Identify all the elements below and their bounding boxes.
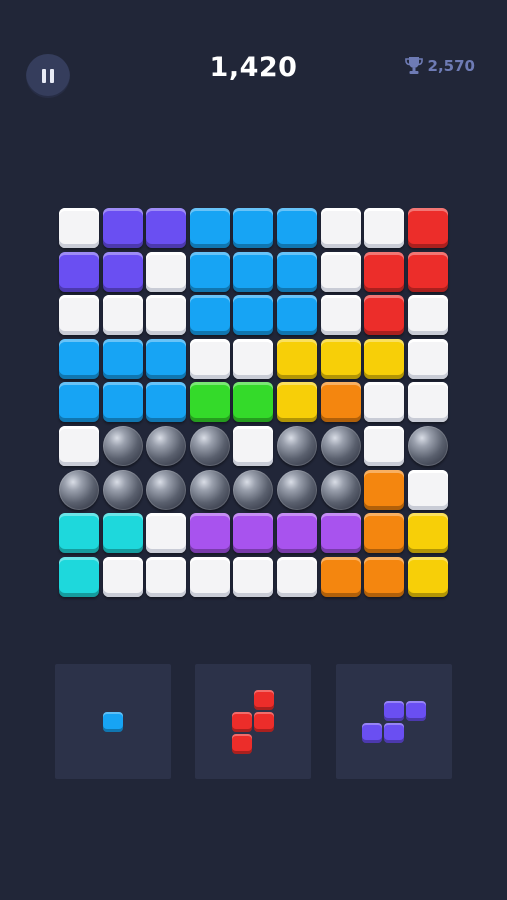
block-white-r2-c7 bbox=[321, 252, 361, 292]
block-blue-r5-c2 bbox=[103, 382, 143, 422]
block-white-r9-c2 bbox=[103, 557, 143, 597]
block-yellow-r4-c6 bbox=[277, 339, 317, 379]
block-purple-r1-c3 bbox=[146, 208, 186, 248]
block-white-r9-c3 bbox=[146, 557, 186, 597]
block-green-r5-c4 bbox=[190, 382, 230, 422]
block-purple-r1-c2 bbox=[103, 208, 143, 248]
block-green-r5-c5 bbox=[233, 382, 273, 422]
block-red-r2-c9 bbox=[408, 252, 448, 292]
piece-s-red-cell-3[interactable] bbox=[254, 712, 274, 732]
block-white-r4-c5 bbox=[233, 339, 273, 379]
piece-s-purple-cell-1[interactable] bbox=[384, 701, 404, 721]
bubble-block-r6-c7 bbox=[321, 426, 361, 466]
block-orange-r8-c8 bbox=[364, 513, 404, 553]
block-white-r1-c8 bbox=[364, 208, 404, 248]
block-violet-r8-c7 bbox=[321, 513, 361, 553]
block-violet-r8-c5 bbox=[233, 513, 273, 553]
block-red-r3-c8 bbox=[364, 295, 404, 335]
piece-s-red-cell-1[interactable] bbox=[254, 690, 274, 710]
block-blue-r5-c3 bbox=[146, 382, 186, 422]
block-purple-r2-c1 bbox=[59, 252, 99, 292]
piece-s-purple-cell-4[interactable] bbox=[384, 723, 404, 743]
bubble-block-r7-c7 bbox=[321, 470, 361, 510]
block-blue-r2-c5 bbox=[233, 252, 273, 292]
bubble-block-r6-c6 bbox=[277, 426, 317, 466]
game-board[interactable] bbox=[0, 0, 507, 620]
block-blue-r2-c6 bbox=[277, 252, 317, 292]
block-white-r6-c8 bbox=[364, 426, 404, 466]
block-blue-r4-c2 bbox=[103, 339, 143, 379]
piece-s-purple-cell-3[interactable] bbox=[362, 723, 382, 743]
block-white-r3-c7 bbox=[321, 295, 361, 335]
block-red-r1-c9 bbox=[408, 208, 448, 248]
piece-single-blue-tray[interactable] bbox=[55, 664, 171, 779]
piece-single-blue-cell-1[interactable] bbox=[103, 712, 123, 732]
block-white-r5-c9 bbox=[408, 382, 448, 422]
block-white-r1-c1 bbox=[59, 208, 99, 248]
piece-s-purple-cell-2[interactable] bbox=[406, 701, 426, 721]
piece-s-red-cell-2[interactable] bbox=[232, 712, 252, 732]
piece-s-red-cell-4[interactable] bbox=[232, 734, 252, 754]
block-yellow-r9-c9 bbox=[408, 557, 448, 597]
block-cyan-r8-c1 bbox=[59, 513, 99, 553]
bubble-block-r7-c1 bbox=[59, 470, 99, 510]
block-blue-r1-c5 bbox=[233, 208, 273, 248]
block-violet-r8-c4 bbox=[190, 513, 230, 553]
block-orange-r9-c7 bbox=[321, 557, 361, 597]
block-white-r1-c7 bbox=[321, 208, 361, 248]
block-yellow-r4-c8 bbox=[364, 339, 404, 379]
block-white-r9-c5 bbox=[233, 557, 273, 597]
block-white-r3-c3 bbox=[146, 295, 186, 335]
block-white-r8-c3 bbox=[146, 513, 186, 553]
block-white-r3-c2 bbox=[103, 295, 143, 335]
bubble-block-r7-c4 bbox=[190, 470, 230, 510]
block-orange-r9-c8 bbox=[364, 557, 404, 597]
bubble-block-r7-c5 bbox=[233, 470, 273, 510]
block-white-r7-c9 bbox=[408, 470, 448, 510]
block-blue-r4-c1 bbox=[59, 339, 99, 379]
block-red-r2-c8 bbox=[364, 252, 404, 292]
block-white-r6-c1 bbox=[59, 426, 99, 466]
block-cyan-r8-c2 bbox=[103, 513, 143, 553]
bubble-block-r6-c2 bbox=[103, 426, 143, 466]
block-white-r6-c5 bbox=[233, 426, 273, 466]
bubble-block-r7-c6 bbox=[277, 470, 317, 510]
bubble-block-r7-c2 bbox=[103, 470, 143, 510]
block-blue-r1-c4 bbox=[190, 208, 230, 248]
bubble-block-r6-c3 bbox=[146, 426, 186, 466]
block-orange-r5-c7 bbox=[321, 382, 361, 422]
block-blue-r1-c6 bbox=[277, 208, 317, 248]
block-white-r3-c1 bbox=[59, 295, 99, 335]
piece-s-red-tray[interactable] bbox=[195, 664, 311, 779]
block-white-r4-c9 bbox=[408, 339, 448, 379]
piece-s-purple-tray[interactable] bbox=[336, 664, 452, 779]
block-yellow-r5-c6 bbox=[277, 382, 317, 422]
block-white-r2-c3 bbox=[146, 252, 186, 292]
bubble-block-r7-c3 bbox=[146, 470, 186, 510]
block-blue-r3-c5 bbox=[233, 295, 273, 335]
block-white-r5-c8 bbox=[364, 382, 404, 422]
block-orange-r7-c8 bbox=[364, 470, 404, 510]
block-white-r9-c4 bbox=[190, 557, 230, 597]
block-violet-r8-c6 bbox=[277, 513, 317, 553]
block-white-r4-c4 bbox=[190, 339, 230, 379]
block-cyan-r9-c1 bbox=[59, 557, 99, 597]
block-blue-r3-c6 bbox=[277, 295, 317, 335]
block-blue-r4-c3 bbox=[146, 339, 186, 379]
block-white-r9-c6 bbox=[277, 557, 317, 597]
block-blue-r5-c1 bbox=[59, 382, 99, 422]
block-yellow-r8-c9 bbox=[408, 513, 448, 553]
bubble-block-r6-c9 bbox=[408, 426, 448, 466]
block-white-r3-c9 bbox=[408, 295, 448, 335]
block-blue-r3-c4 bbox=[190, 295, 230, 335]
block-purple-r2-c2 bbox=[103, 252, 143, 292]
block-yellow-r4-c7 bbox=[321, 339, 361, 379]
bubble-block-r6-c4 bbox=[190, 426, 230, 466]
block-blue-r2-c4 bbox=[190, 252, 230, 292]
